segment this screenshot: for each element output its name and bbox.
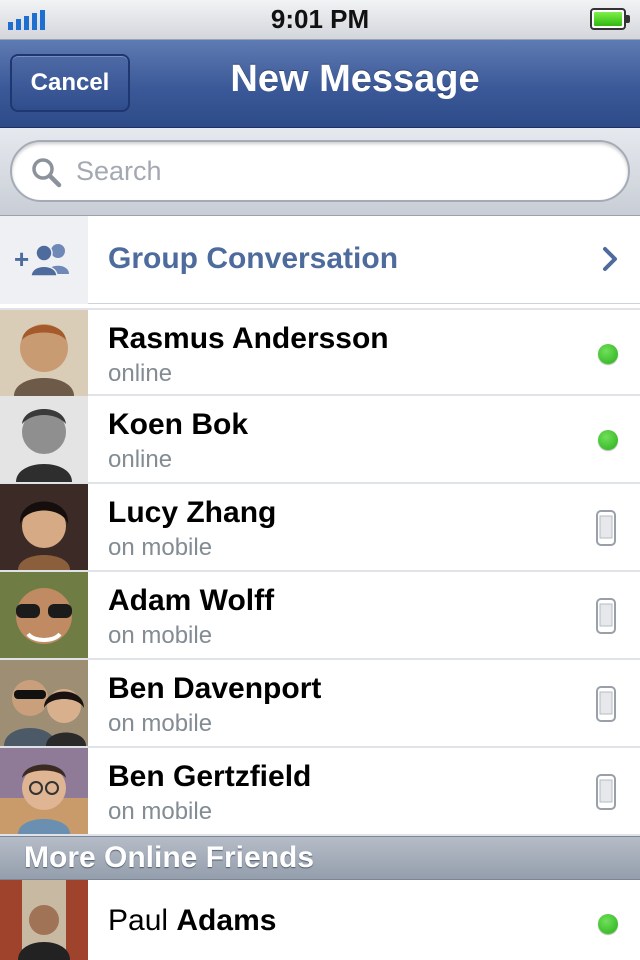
avatar <box>0 748 88 834</box>
friend-status: online <box>108 360 173 387</box>
friend-row[interactable]: Rasmus Andersson online <box>0 308 640 396</box>
friend-first-name: Paul <box>108 904 169 937</box>
section-title: More Online Friends <box>24 841 315 874</box>
friend-row[interactable]: Ben Davenport on mobile <box>0 660 640 748</box>
friend-row[interactable]: Koen Bok online <box>0 396 640 484</box>
friend-last-name: Adams <box>176 904 277 937</box>
friend-row[interactable]: Paul Adams <box>0 880 640 960</box>
group-icon-container: + <box>0 216 88 304</box>
mobile-phone-icon <box>596 510 616 546</box>
nav-bar: Cancel New Message <box>0 40 640 128</box>
friend-row[interactable]: Ben Gertzfield on mobile <box>0 748 640 836</box>
friend-name: Ben Gertzfield <box>108 760 312 793</box>
friend-name: Koen Bok <box>108 408 249 441</box>
friend-status: on mobile <box>108 622 213 649</box>
friend-name: Lucy Zhang <box>108 496 277 529</box>
friend-status: on mobile <box>108 798 213 825</box>
avatar <box>0 310 88 396</box>
search-icon <box>32 158 62 188</box>
mobile-phone-icon <box>596 598 616 634</box>
group-conversation-label: Group Conversation <box>108 242 399 275</box>
battery-icon <box>590 8 630 30</box>
friend-name: Adam Wolff <box>108 584 275 617</box>
friend-list: Rasmus Andersson online Koen Bok online … <box>0 308 640 836</box>
avatar <box>0 660 88 746</box>
friend-status: on mobile <box>108 710 213 737</box>
search-bar: Search <box>0 128 640 216</box>
chevron-right-icon <box>603 247 617 271</box>
online-indicator-icon <box>598 344 618 364</box>
friend-name: Paul Adams <box>108 904 276 938</box>
friend-row[interactable]: Adam Wolff on mobile <box>0 572 640 660</box>
svg-text:+: + <box>14 244 29 274</box>
mobile-phone-icon <box>596 686 616 722</box>
status-time: 9:01 PM <box>270 4 370 34</box>
online-indicator-icon <box>598 914 618 934</box>
mobile-phone-icon <box>596 774 616 810</box>
group-conversation-row[interactable]: + Group Conversation <box>0 216 640 304</box>
status-bar: 9:01 PM <box>0 0 640 40</box>
friend-status: online <box>108 446 173 473</box>
group-add-icon: + <box>14 244 69 277</box>
search-placeholder: Search <box>76 156 162 186</box>
friend-name: Ben Davenport <box>108 672 322 705</box>
friend-status: on mobile <box>108 534 213 561</box>
friend-name: Rasmus Andersson <box>108 322 389 355</box>
avatar <box>0 396 88 482</box>
cancel-button[interactable]: Cancel <box>10 54 130 112</box>
avatar <box>0 572 88 658</box>
online-indicator-icon <box>598 430 618 450</box>
section-header: More Online Friends <box>0 836 640 880</box>
avatar <box>0 880 88 960</box>
search-input[interactable]: Search <box>10 140 630 202</box>
friend-row[interactable]: Lucy Zhang on mobile <box>0 484 640 572</box>
page-title: New Message <box>230 58 480 100</box>
avatar <box>0 484 88 570</box>
